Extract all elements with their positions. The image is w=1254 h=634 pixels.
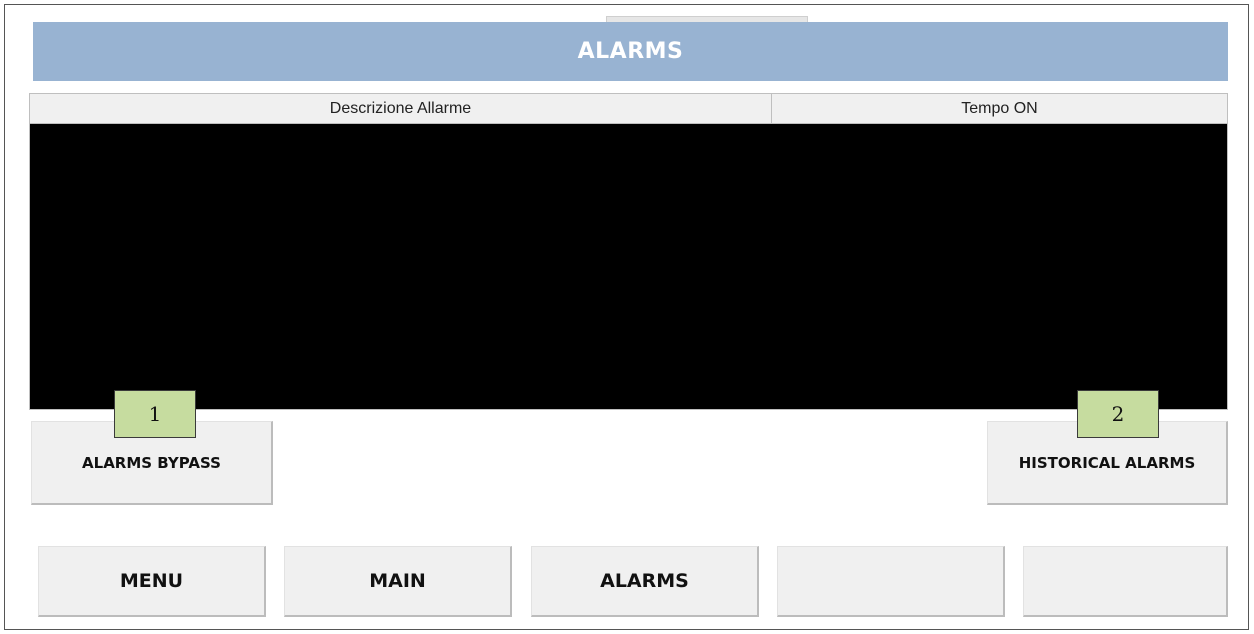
callout-number: 2 <box>1111 402 1125 426</box>
historical-alarms-label: HISTORICAL ALARMS <box>1018 453 1196 472</box>
nav-menu-label: MENU <box>119 570 184 592</box>
callout-marker-1: 1 <box>114 390 196 438</box>
callout-number: 1 <box>148 402 162 426</box>
alarm-list-body[interactable] <box>30 124 1227 409</box>
nav-menu-button[interactable]: MENU <box>38 546 266 617</box>
page-title-text: ALARMS <box>577 39 684 64</box>
nav-main-label: MAIN <box>369 570 426 592</box>
column-header-description[interactable]: Descrizione Allarme <box>30 94 772 123</box>
nav-main-button[interactable]: MAIN <box>284 546 512 617</box>
nav-blank-button-1[interactable] <box>777 546 1005 617</box>
alarm-table: Descrizione Allarme Tempo ON <box>29 93 1228 410</box>
nav-alarms-button[interactable]: ALARMS <box>531 546 759 617</box>
column-header-time-on[interactable]: Tempo ON <box>772 94 1227 123</box>
table-header: Descrizione Allarme Tempo ON <box>30 94 1227 124</box>
nav-alarms-label: ALARMS <box>600 570 689 592</box>
page-title: ALARMS <box>33 22 1228 81</box>
alarms-bypass-label: ALARMS BYPASS <box>82 453 221 472</box>
nav-blank-button-2[interactable] <box>1023 546 1228 617</box>
callout-marker-2: 2 <box>1077 390 1159 438</box>
